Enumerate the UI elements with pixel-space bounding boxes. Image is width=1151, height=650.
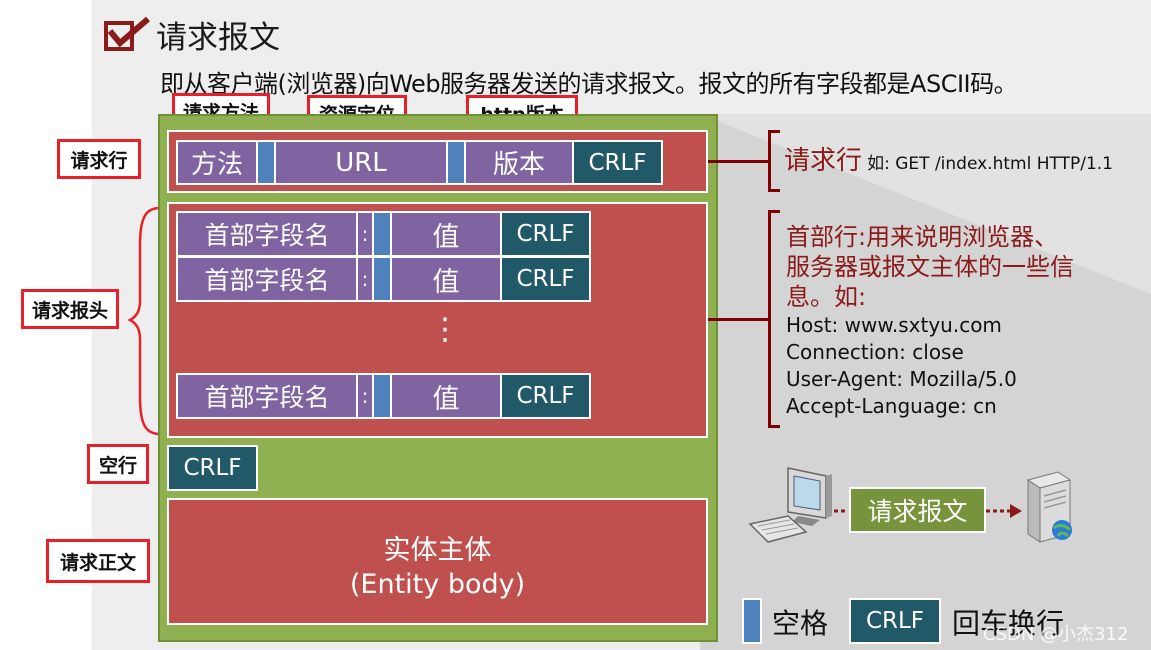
subtitle: 即从客户端(浏览器)向Web服务器发送的请求报文。报文的所有字段都是ASCII码… (160, 70, 1018, 98)
header-example: Accept-Language: cn (786, 394, 997, 418)
method-field: 方法 (176, 140, 258, 185)
annotation-bracket (768, 189, 780, 192)
label-request-header: 请求报头 (21, 289, 119, 329)
space-marker (372, 211, 392, 257)
body-line-1: 实体主体 (383, 535, 492, 566)
legend-space-swatch (742, 598, 762, 644)
space-marker (256, 140, 276, 185)
header-example: Connection: close (786, 340, 964, 364)
header-desc-line: 息。如: (786, 283, 867, 311)
annotation-bracket (768, 130, 780, 133)
header-value: 值 (390, 256, 502, 302)
watermark: CSDN @小杰312 (983, 624, 1129, 645)
annotation-bracket (768, 130, 771, 192)
label-request-body: 请求正文 (46, 539, 150, 583)
crlf-field: CRLF (500, 373, 591, 419)
connector-line (708, 318, 770, 321)
request-message-tag: 请求报文 (849, 487, 986, 533)
header-field-name: 首部字段名 (176, 373, 358, 419)
header-desc-line: 服务器或报文主体的一些信 (786, 253, 1074, 281)
checkbox-icon (104, 17, 150, 51)
page-title: 请求报文 (156, 20, 280, 56)
space-marker (446, 140, 466, 185)
header-example: User-Agent: Mozilla/5.0 (786, 367, 1017, 391)
header-field-name: 首部字段名 (176, 256, 358, 302)
computer-icon (748, 467, 832, 543)
crlf-field: CRLF (500, 256, 591, 302)
url-field: URL (274, 140, 448, 185)
connector-line (708, 160, 770, 163)
crlf-field: CRLF (572, 140, 663, 185)
header-desc-line: 首部行:用来说明浏览器、 (786, 223, 1059, 251)
annotation-bracket (768, 425, 780, 428)
legend-space-label: 空格 (772, 607, 829, 640)
server-icon (1026, 471, 1072, 543)
header-annotation: 首部行:用来说明浏览器、 服务器或报文主体的一些信 息。如: Host: www… (786, 222, 1074, 420)
header-value: 值 (390, 211, 502, 257)
header-value: 值 (390, 373, 502, 419)
version-field: 版本 (464, 140, 574, 185)
ellipsis: ⋮ (430, 312, 460, 347)
legend-crlf-swatch: CRLF (849, 598, 941, 644)
annotation-bracket (768, 210, 771, 428)
header-example: Host: www.sxtyu.com (786, 313, 1002, 337)
label-request-line: 请求行 (57, 139, 141, 179)
header-field-name: 首部字段名 (176, 211, 358, 257)
annotation-bracket (768, 210, 780, 213)
request-line-example: 如: GET /index.html HTTP/1.1 (867, 154, 1113, 174)
label-blank-line: 空行 (87, 444, 149, 484)
space-marker (372, 256, 392, 302)
space-marker (372, 373, 392, 419)
crlf-field: CRLF (500, 211, 591, 257)
blank-line-crlf: CRLF (167, 445, 258, 491)
request-body-section: 实体主体 (Entity body) (167, 498, 708, 625)
request-line-note-title: 请求行 (784, 146, 863, 176)
body-line-2: (Entity body) (349, 569, 526, 600)
request-line-annotation: 请求行 如: GET /index.html HTTP/1.1 (784, 140, 1113, 177)
